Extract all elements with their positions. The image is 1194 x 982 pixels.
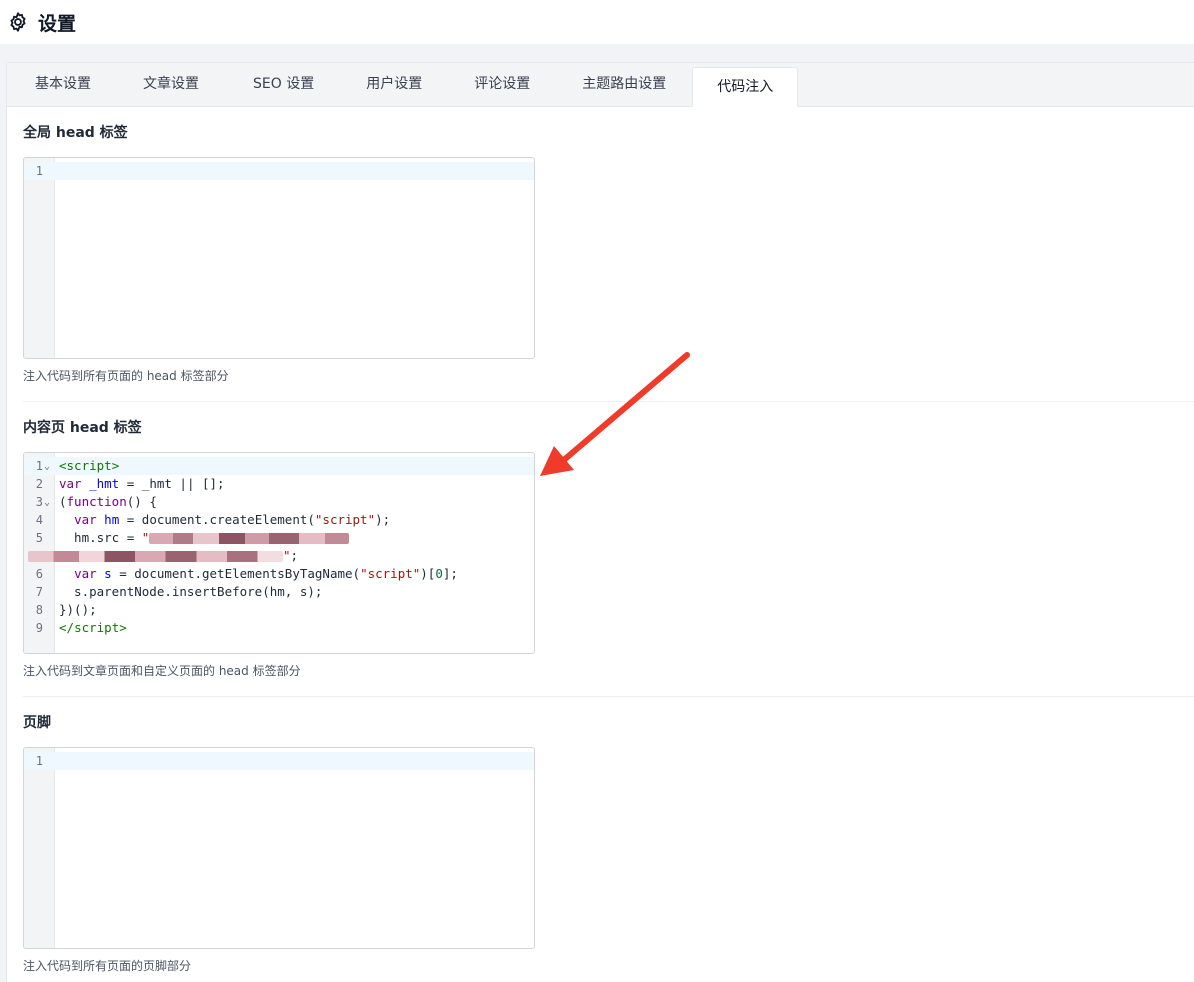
line-number: 8: [35, 603, 43, 617]
code-token: (: [59, 494, 67, 509]
code-token: () {: [126, 494, 157, 509]
field-label: 全局 head 标签: [23, 125, 128, 141]
fold-toggle-icon[interactable]: ⌄: [44, 458, 50, 476]
code-token: var: [59, 476, 82, 491]
code-token: "script": [314, 512, 376, 527]
editor-line[interactable]: 6 var s = document.getElementsByTagName(…: [24, 565, 534, 583]
line-number: 2: [35, 477, 43, 491]
line-number: 3: [35, 495, 43, 509]
code-token: <: [59, 458, 67, 473]
code-token: = document.createElement(: [119, 512, 315, 527]
fold-toggle-icon[interactable]: ⌄: [44, 494, 50, 512]
field-help: 注入代码到所有页面的页脚部分: [23, 959, 192, 973]
code-token: ;: [290, 548, 299, 563]
editor-line[interactable]: 3 ⌄ (function() {: [24, 493, 534, 511]
page-header: 设置: [0, 0, 1194, 44]
gear-icon: [10, 12, 26, 32]
editor-line[interactable]: 2 var _hmt = _hmt || [];: [24, 475, 534, 493]
global-head-editor[interactable]: 1: [23, 157, 535, 359]
editor-line[interactable]: ";: [24, 547, 534, 565]
redacted-url: [149, 533, 350, 544]
code-token: >: [111, 458, 120, 473]
code-token: "script": [360, 566, 421, 581]
line-number: 1: [35, 459, 43, 473]
section-global-head: 全局 head 标签 1 注入代码到所有页面的 head 标签部分: [23, 123, 1194, 383]
tab-user[interactable]: 用户设置: [340, 66, 448, 102]
code-token: var: [74, 566, 97, 581]
tab-code-injection[interactable]: 代码注入: [692, 67, 799, 107]
line-number: 9: [35, 621, 43, 635]
field-label: 页脚: [23, 715, 51, 731]
line-number: 7: [35, 585, 43, 599]
code-token: );: [375, 512, 391, 527]
editor-line[interactable]: 9 </script>: [24, 619, 534, 637]
tab-comment[interactable]: 评论设置: [448, 66, 556, 102]
code-token: = document.getElementsByTagName(: [111, 566, 361, 581]
tab-basic[interactable]: 基本设置: [11, 66, 115, 102]
tab-seo[interactable]: SEO 设置: [227, 66, 340, 102]
annotation-arrow-icon: [540, 352, 690, 476]
content-head-editor[interactable]: 1 ⌄ <script> 2 var _hmt = _hmt || []; 3 …: [23, 452, 535, 654]
code-token: script: [74, 620, 120, 635]
code-token: >: [119, 620, 127, 635]
editor-gutter: [24, 748, 55, 948]
page-title: 设置: [38, 12, 77, 35]
redacted-url: [28, 551, 283, 562]
editor-line[interactable]: 8 })();: [24, 601, 534, 619]
code-token: s: [104, 566, 112, 581]
field-help: 注入代码到所有页面的 head 标签部分: [23, 369, 229, 383]
code-token: var: [74, 512, 97, 527]
code-token: ": [283, 548, 291, 563]
section-divider: [23, 696, 1194, 697]
tab-post[interactable]: 文章设置: [115, 66, 227, 102]
editor-line[interactable]: 5 hm.src = ": [24, 529, 534, 547]
tab-bar: 基本设置 文章设置 SEO 设置 用户设置 评论设置 主题路由设置 代码注入: [7, 63, 1194, 107]
code-token: })();: [59, 602, 97, 617]
section-footer: 页脚 1 注入代码到所有页面的页脚部分: [23, 713, 1194, 973]
tab-theme-route[interactable]: 主题路由设置: [556, 66, 692, 102]
editor-gutter: [24, 158, 55, 358]
editor-line[interactable]: 1 ⌄ <script>: [24, 457, 534, 475]
code-token: </: [59, 620, 75, 635]
code-token: s.parentNode.insertBefore(hm, s);: [59, 584, 323, 599]
editor-line[interactable]: 7 s.parentNode.insertBefore(hm, s);: [24, 583, 534, 601]
footer-editor[interactable]: 1: [23, 747, 535, 949]
editor-line[interactable]: 1: [24, 752, 534, 770]
code-token: _hmt: [89, 476, 120, 491]
field-help: 注入代码到文章页面和自定义页面的 head 标签部分: [23, 664, 301, 678]
code-token: ];: [442, 566, 458, 581]
code-token: hm: [104, 512, 120, 527]
line-number: 1: [35, 754, 43, 768]
line-number: 1: [35, 164, 43, 178]
code-token: hm.src =: [59, 530, 142, 545]
code-token: ": [141, 530, 150, 545]
line-number: 5: [35, 531, 43, 545]
line-number: 6: [35, 567, 43, 581]
code-token: = _hmt || [];: [119, 476, 225, 491]
line-number: 4: [35, 513, 43, 527]
editor-line[interactable]: 1: [24, 162, 534, 180]
editor-line[interactable]: 4 var hm = document.createElement("scrip…: [24, 511, 534, 529]
code-token: 0: [435, 566, 443, 581]
settings-card: 基本设置 文章设置 SEO 设置 用户设置 评论设置 主题路由设置 代码注入 全…: [6, 62, 1194, 982]
code-token: script: [66, 458, 112, 473]
code-token: function: [66, 494, 127, 509]
